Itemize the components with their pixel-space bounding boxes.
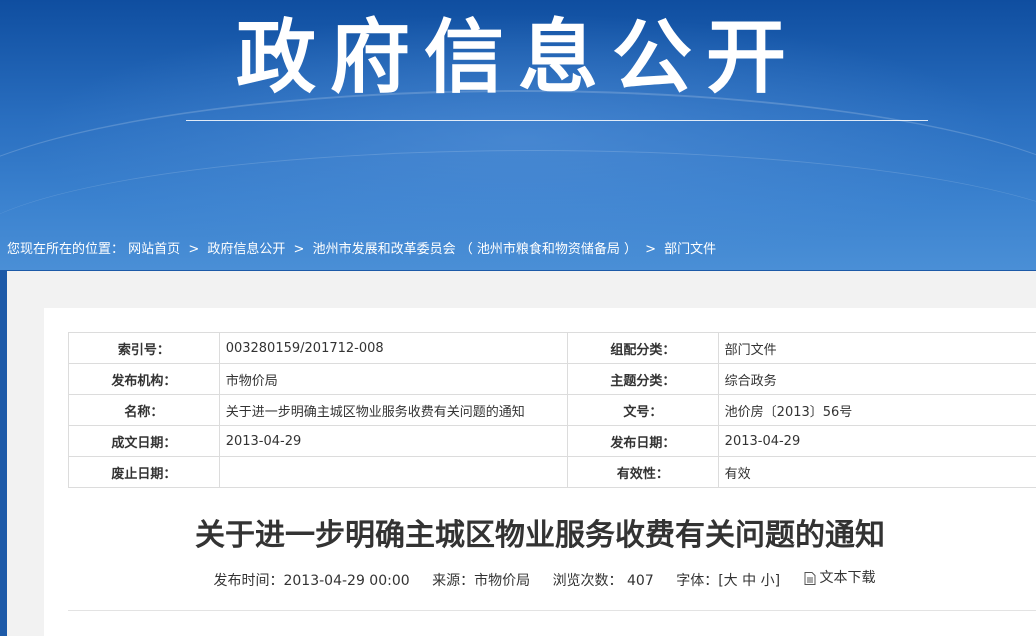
metadata-value: 综合政务 [717,363,1036,395]
metadata-value: 关于进一步明确主城区物业服务收费有关问题的通知 [218,394,568,426]
metadata-row: 废止日期： 有效性： 有效 [68,456,1036,488]
metadata-key: 文号： [566,394,719,426]
metadata-table: 索引号： 003280159/201712-008 组配分类： 部门文件 发布机构： 市物… [68,332,1036,488]
download-text-button[interactable]: 文本下载 [804,567,876,589]
metadata-row: 成文日期： 2013-04-29 发布日期： 2013-04-29 [68,425,1036,457]
breadcrumb-prefix: 您现在所在的位置： [7,242,125,257]
header-banner: 政府信息公开 您现在所在的位置： 网站首页 > 政府信息公开 > 池州市发展和改… [0,0,1036,270]
metadata-value [218,456,568,488]
document-icon [804,571,815,585]
banner-title: 政府信息公开 [236,11,800,104]
article-info-bar: 发布时间：2013-04-29 00:00 来源：市物价局 浏览次数： 407 … [44,567,1036,592]
breadcrumb-link-home[interactable]: 网站首页 [128,242,180,257]
metadata-key: 有效性： [566,456,719,488]
banner-divider [186,120,928,121]
metadata-key: 主题分类： [566,363,719,395]
publish-time-value: 2013-04-29 00:00 [283,572,410,589]
metadata-key: 发布日期： [566,425,719,457]
metadata-key: 名称： [68,394,220,426]
metadata-key: 成文日期： [68,425,220,457]
metadata-key: 索引号： [68,332,220,364]
views-value: 407 [627,572,654,589]
breadcrumb-separator: > [645,242,657,257]
metadata-row: 索引号： 003280159/201712-008 组配分类： 部门文件 [68,332,1036,364]
breadcrumb-link-department[interactable]: 池州市发展和改革委员会 （ 池州市粮食和物资储备局 ） [313,242,637,257]
font-bracket: ] [774,572,781,589]
metadata-value: 部门文件 [717,332,1036,364]
content-area: 索引号： 003280159/201712-008 组配分类： 部门文件 发布机构： 市物… [7,271,1036,636]
metadata-key: 发布机构： [68,363,220,395]
views-label: 浏览次数： [552,572,623,589]
source-value: 市物价局 [474,572,531,589]
publish-time-label: 发布时间： [213,572,284,589]
metadata-value: 池价房〔2013〕56号 [717,394,1036,426]
font-small-button[interactable]: 小 [761,573,775,589]
content-divider [68,610,1036,611]
breadcrumb-link-info[interactable]: 政府信息公开 [207,242,285,257]
breadcrumb-link-docs[interactable]: 部门文件 [664,242,716,257]
metadata-value: 003280159/201712-008 [218,332,568,364]
font-size-label: 字体： [676,572,719,589]
download-text-label[interactable]: 文本下载 [820,567,876,589]
metadata-row: 发布机构： 市物价局 主题分类： 综合政务 [68,363,1036,395]
article-card: 索引号： 003280159/201712-008 组配分类： 部门文件 发布机构： 市物… [44,308,1036,636]
font-large-button[interactable]: 大 [724,573,738,589]
metadata-value: 市物价局 [218,363,568,395]
metadata-row: 名称： 关于进一步明确主城区物业服务收费有关问题的通知 文号： 池价房〔2013〕56… [68,394,1036,426]
metadata-value: 2013-04-29 [218,425,568,457]
article-title: 关于进一步明确主城区物业服务收费有关问题的通知 [195,518,885,553]
breadcrumb: 您现在所在的位置： 网站首页 > 政府信息公开 > 池州市发展和改革委员会 （ … [7,240,716,260]
breadcrumb-separator: > [188,242,200,257]
font-medium-button[interactable]: 中 [742,573,756,589]
metadata-value: 2013-04-29 [717,425,1036,457]
metadata-key: 废止日期： [68,456,220,488]
source-label: 来源： [432,572,475,589]
metadata-key: 组配分类： [566,332,719,364]
metadata-value: 有效 [717,456,1036,488]
breadcrumb-separator: > [293,242,305,257]
